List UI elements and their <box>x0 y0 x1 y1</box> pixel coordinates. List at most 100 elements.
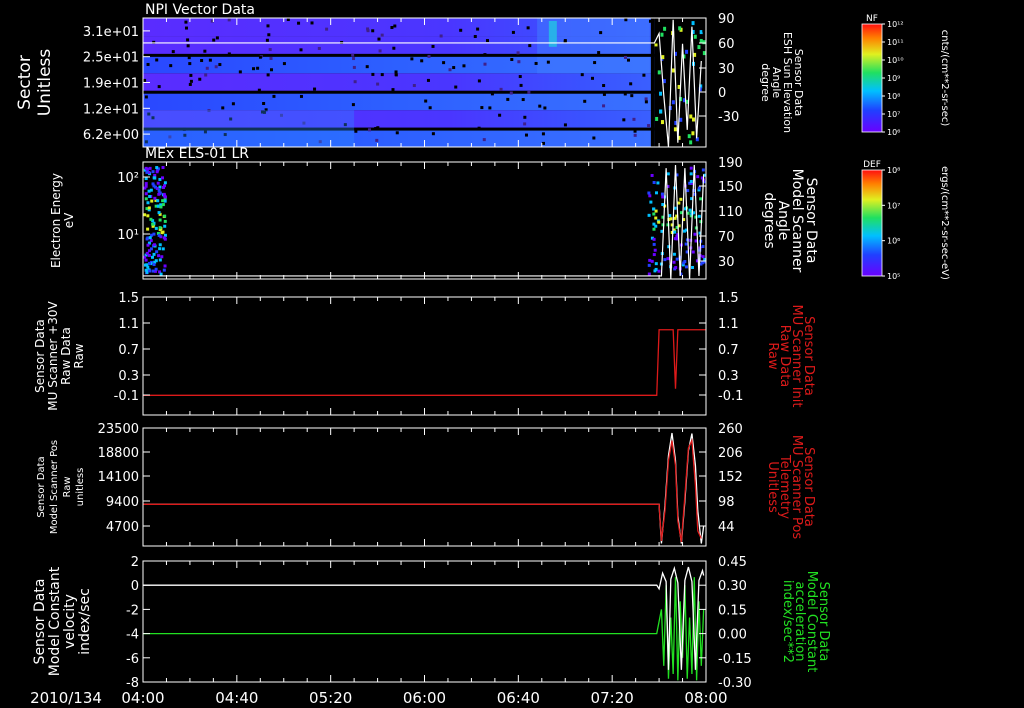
series-line-white <box>143 432 705 544</box>
heatmap-cell <box>699 197 703 201</box>
heatmap-cell <box>661 203 665 207</box>
heatmap-cell <box>674 266 678 270</box>
heatmap-cell <box>158 258 162 262</box>
heatmap-cell <box>699 38 703 43</box>
heatmap-cell <box>652 227 656 231</box>
heatmap-speckle <box>204 73 208 77</box>
heatmap-cell <box>146 201 150 205</box>
heatmap-speckle <box>633 129 637 133</box>
colorbar-tick-label: 10¹⁰ <box>887 56 904 65</box>
heatmap-speckle <box>473 35 477 39</box>
heatmap-speckle <box>597 51 601 55</box>
colorbar-title: NF <box>866 14 878 24</box>
heatmap-cell <box>691 117 695 122</box>
heatmap-cell <box>673 216 677 220</box>
y2-tick-label: 1.5 <box>718 291 739 306</box>
heatmap-cell <box>679 197 683 201</box>
y2-tick-label: 30 <box>718 62 735 77</box>
heatmap-speckle <box>200 59 204 63</box>
heatmap-cell <box>146 214 150 218</box>
heatmap-speckle <box>186 44 190 48</box>
heatmap-gap <box>650 18 655 147</box>
heatmap-cell <box>663 26 667 31</box>
y-axis-label: Model Constant <box>47 566 63 676</box>
x-tick-label: 07:20 <box>591 689 634 707</box>
heatmap-cell <box>158 226 162 230</box>
heatmap-speckle <box>395 131 399 135</box>
x-tick-label: 04:00 <box>121 689 164 707</box>
heatmap-speckle <box>376 126 380 130</box>
heatmap-speckle <box>218 63 222 67</box>
y-axis-label: index/sec <box>77 588 93 655</box>
heatmap-cell <box>657 70 661 75</box>
y2-tick-label: 90 <box>718 12 735 27</box>
colorbar-tick-label: 10⁶ <box>887 237 900 246</box>
y-axis-label: Unitless <box>35 49 55 117</box>
heatmap-cell <box>157 254 161 258</box>
heatmap-speckle <box>590 76 594 80</box>
heatmap-speckle <box>509 91 513 95</box>
heatmap-speckle <box>157 85 161 89</box>
heatmap-cell <box>143 110 355 147</box>
heatmap-cell <box>163 195 167 199</box>
heatmap-cell <box>148 236 152 240</box>
heatmap-speckle <box>563 123 567 127</box>
heatmap-cell <box>654 224 658 228</box>
y2-axis-label: degree <box>759 63 772 102</box>
y2-tick-label: 0.15 <box>718 603 747 618</box>
heatmap-speckle <box>517 60 521 64</box>
y-tick-label: 1.1 <box>118 317 139 332</box>
colorbar-tick-label: 10⁸ <box>887 92 900 101</box>
heatmap-speckle <box>189 79 193 83</box>
heatmap-speckle <box>439 34 443 38</box>
heatmap-speckle <box>448 68 452 72</box>
heatmap-cell <box>652 237 656 241</box>
x-tick-label: 08:00 <box>684 689 727 707</box>
x-tick-label: 04:40 <box>215 689 258 707</box>
heatmap-cell <box>650 259 654 263</box>
heatmap-speckle <box>483 53 487 57</box>
y-axis-label: Raw <box>62 476 73 497</box>
heatmap-speckle <box>262 101 266 105</box>
heatmap-cell <box>693 34 697 39</box>
heatmap-cell <box>684 242 688 246</box>
y-tick-label: 0 <box>131 579 139 594</box>
heatmap-cell <box>158 247 162 251</box>
heatmap-cell <box>154 259 158 263</box>
heatmap-cell <box>154 267 158 271</box>
y-tick-label: 2.5e+01 <box>83 51 139 66</box>
heatmap-cell <box>145 237 149 241</box>
y2-tick-label: 0.45 <box>718 555 747 570</box>
heatmap-cell <box>155 250 159 254</box>
y-tick-label: 1.5 <box>118 291 139 306</box>
heatmap-speckle <box>352 57 356 61</box>
heatmap-cell <box>675 257 679 261</box>
heatmap-bg <box>143 162 706 279</box>
heatmap-cell <box>660 192 664 196</box>
heatmap-speckle <box>543 106 547 110</box>
y-tick-label: 23500 <box>98 422 139 437</box>
y-axis-label: unitless <box>75 468 86 507</box>
heatmap-speckle <box>310 21 314 25</box>
y-tick-label: -2 <box>126 603 139 618</box>
heatmap-cell <box>661 195 665 199</box>
y-axis-label: Raw <box>72 343 86 368</box>
heatmap-speckle <box>208 58 212 62</box>
heatmap-speckle <box>252 67 256 71</box>
heatmap-cell <box>158 185 162 189</box>
heatmap-cell <box>689 166 693 170</box>
heatmap-cell <box>153 196 157 200</box>
heatmap-speckle <box>394 73 398 77</box>
heatmap-cell <box>152 176 156 180</box>
y-axis-label: Electron Energy <box>49 173 63 268</box>
heatmap-cell <box>659 91 663 96</box>
heatmap-speckle <box>155 58 159 62</box>
heatmap-speckle <box>541 132 545 136</box>
heatmap-cell <box>146 227 150 231</box>
heatmap-speckle <box>144 95 148 99</box>
y2-tick-label: 30 <box>718 255 735 270</box>
heatmap-cell <box>652 242 656 246</box>
colorbar-tick-label: 10¹¹ <box>887 38 904 47</box>
heatmap-speckle <box>527 90 531 94</box>
panel-title: NPI Vector Data <box>145 2 255 18</box>
